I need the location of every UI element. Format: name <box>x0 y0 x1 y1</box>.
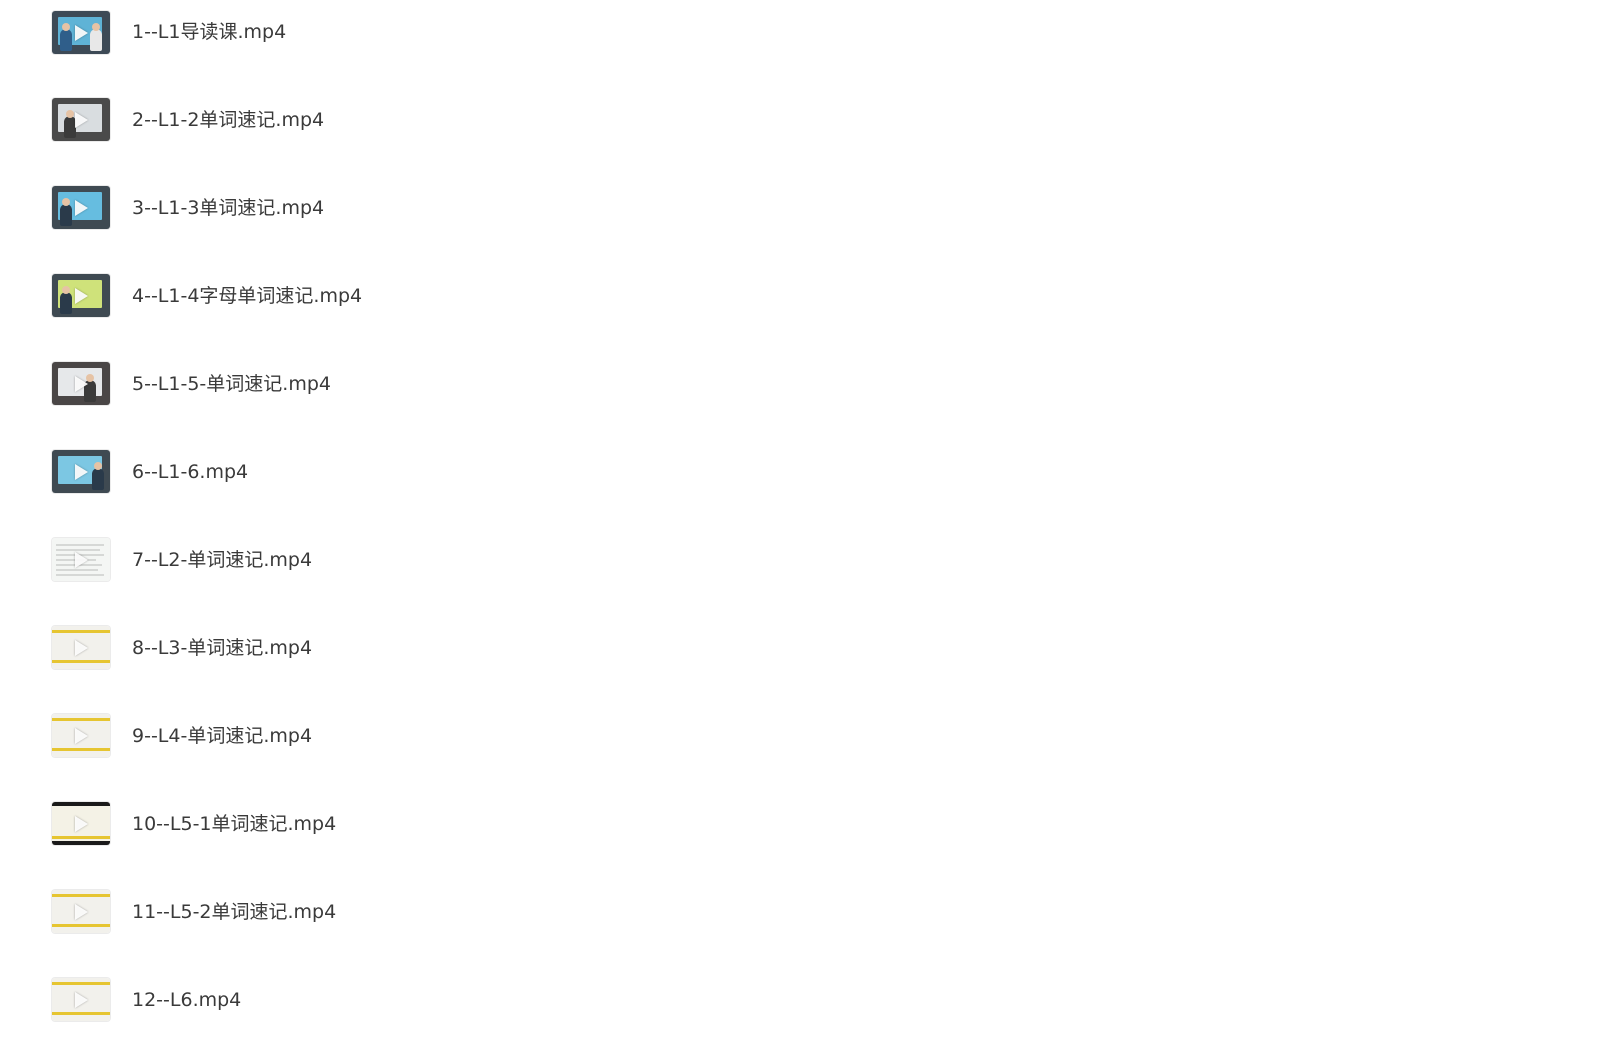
play-icon <box>75 288 88 304</box>
play-icon <box>75 728 88 744</box>
play-icon <box>75 816 88 832</box>
play-icon <box>75 640 88 656</box>
file-item[interactable]: 9--L4-单词速记.mp4 <box>0 704 800 792</box>
video-thumbnail[interactable] <box>52 802 110 845</box>
video-thumbnail[interactable] <box>52 626 110 669</box>
video-thumbnail[interactable] <box>52 890 110 933</box>
video-thumbnail[interactable] <box>52 538 110 581</box>
video-thumbnail[interactable] <box>52 450 110 493</box>
file-item[interactable]: 1--L1导读课.mp4 <box>0 0 800 88</box>
file-list: 1--L1导读课.mp4 2--L1-2单词速记.mp4 3--L1-3单词速记… <box>0 0 1606 1048</box>
file-name[interactable]: 7--L2-单词速记.mp4 <box>132 546 312 574</box>
file-name[interactable]: 9--L4-单词速记.mp4 <box>132 722 312 750</box>
file-name[interactable]: 4--L1-4字母单词速记.mp4 <box>132 282 362 310</box>
video-thumbnail[interactable] <box>52 186 110 229</box>
video-thumbnail[interactable] <box>52 11 110 54</box>
file-name[interactable]: 1--L1导读课.mp4 <box>132 18 286 46</box>
file-item[interactable]: 8--L3-单词速记.mp4 <box>0 616 800 704</box>
file-item[interactable]: 12--L6.mp4 <box>0 968 800 1056</box>
play-icon <box>75 992 88 1008</box>
file-name[interactable]: 3--L1-3单词速记.mp4 <box>132 194 324 222</box>
video-thumbnail[interactable] <box>52 362 110 405</box>
file-name[interactable]: 11--L5-2单词速记.mp4 <box>132 898 336 926</box>
file-item[interactable]: 11--L5-2单词速记.mp4 <box>0 880 800 968</box>
video-thumbnail[interactable] <box>52 978 110 1021</box>
file-item[interactable]: 4--L1-4字母单词速记.mp4 <box>0 264 800 352</box>
file-item[interactable]: 10--L5-1单词速记.mp4 <box>0 792 800 880</box>
file-item[interactable]: 7--L2-单词速记.mp4 <box>0 528 800 616</box>
play-icon <box>75 200 88 216</box>
file-name[interactable]: 10--L5-1单词速记.mp4 <box>132 810 336 838</box>
video-thumbnail[interactable] <box>52 714 110 757</box>
play-icon <box>75 464 88 480</box>
video-thumbnail[interactable] <box>52 274 110 317</box>
file-item[interactable]: 5--L1-5-单词速记.mp4 <box>0 352 800 440</box>
video-thumbnail[interactable] <box>52 98 110 141</box>
file-item[interactable]: 2--L1-2单词速记.mp4 <box>0 88 800 176</box>
file-name[interactable]: 8--L3-单词速记.mp4 <box>132 634 312 662</box>
file-name[interactable]: 2--L1-2单词速记.mp4 <box>132 106 324 134</box>
file-name[interactable]: 6--L1-6.mp4 <box>132 458 248 486</box>
play-icon <box>75 552 88 568</box>
play-icon <box>75 112 88 128</box>
file-item[interactable]: 6--L1-6.mp4 <box>0 440 800 528</box>
play-icon <box>75 376 88 392</box>
file-name[interactable]: 5--L1-5-单词速记.mp4 <box>132 370 331 398</box>
file-name[interactable]: 12--L6.mp4 <box>132 986 241 1014</box>
play-icon <box>75 904 88 920</box>
file-item[interactable]: 3--L1-3单词速记.mp4 <box>0 176 800 264</box>
play-icon <box>75 25 88 41</box>
